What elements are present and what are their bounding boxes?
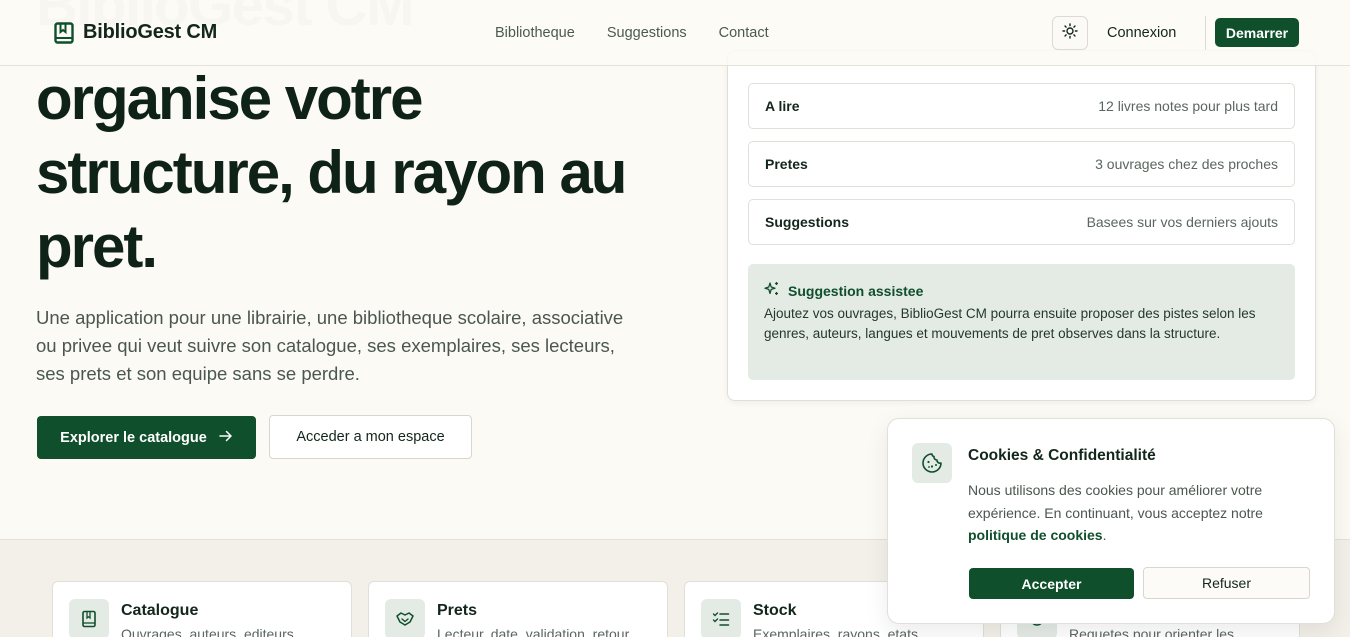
refuse-cookies-button[interactable]: Refuser	[1143, 567, 1310, 599]
nav-contact[interactable]: Contact	[719, 25, 769, 41]
brand-logo[interactable]: BiblioGest CM	[54, 21, 217, 44]
nav-suggestions[interactable]: Suggestions	[607, 25, 687, 41]
feature-card-prets[interactable]: Prets Lecteur, date, validation, retour	[368, 581, 668, 637]
assist-title: Suggestion assistee	[788, 282, 924, 299]
nav-bibliotheque[interactable]: Bibliotheque	[495, 25, 575, 41]
main-nav: Bibliotheque Suggestions Contact	[495, 25, 769, 41]
cookie-policy-link[interactable]: politique de cookies	[968, 527, 1103, 543]
book-icon	[54, 21, 74, 44]
list-item[interactable]: A lire 12 livres notes pour plus tard	[748, 83, 1295, 129]
my-space-button[interactable]: Acceder a mon espace	[269, 415, 472, 459]
login-link[interactable]: Connexion	[1107, 25, 1176, 41]
assist-text: Ajoutez vos ouvrages, BiblioGest CM pour…	[764, 306, 1256, 341]
arrow-right-icon	[219, 430, 233, 446]
theme-toggle-button[interactable]	[1052, 16, 1088, 50]
sparkles-icon	[764, 281, 780, 300]
feature-card-catalogue[interactable]: Catalogue Ouvrages, auteurs, editeurs	[52, 581, 352, 637]
dashboard-preview-panel: A lire 12 livres notes pour plus tard Pr…	[727, 50, 1316, 401]
start-button[interactable]: Demarrer	[1215, 18, 1299, 47]
hero-description: Une application pour une librairie, une …	[36, 307, 624, 384]
cookie-text: Nous utilisons des cookies pour améliore…	[968, 482, 1263, 543]
checklist-icon	[701, 599, 741, 637]
site-header: BiblioGest CM Bibliotheque Suggestions C…	[0, 0, 1350, 66]
assisted-suggestion-box: Suggestion assistee Ajoutez vos ouvrages…	[748, 264, 1295, 380]
hero-title: organise votre structure, du rayon au pr…	[36, 65, 627, 280]
sun-icon	[1062, 22, 1078, 44]
cookie-consent-dialog: Cookies & Confidentialité Nous utilisons…	[887, 418, 1335, 624]
list-item[interactable]: Suggestions Basees sur vos derniers ajou…	[748, 199, 1295, 245]
list-item[interactable]: Pretes 3 ouvrages chez des proches	[748, 141, 1295, 187]
accept-cookies-button[interactable]: Accepter	[969, 568, 1134, 599]
cookie-icon	[912, 443, 952, 483]
header-divider	[1205, 16, 1206, 50]
cookie-title: Cookies & Confidentialité	[968, 447, 1156, 464]
brand-name: BiblioGest CM	[83, 21, 218, 43]
book-icon	[69, 599, 109, 637]
handshake-icon	[385, 599, 425, 637]
explore-catalogue-button[interactable]: Explorer le catalogue	[37, 416, 256, 459]
